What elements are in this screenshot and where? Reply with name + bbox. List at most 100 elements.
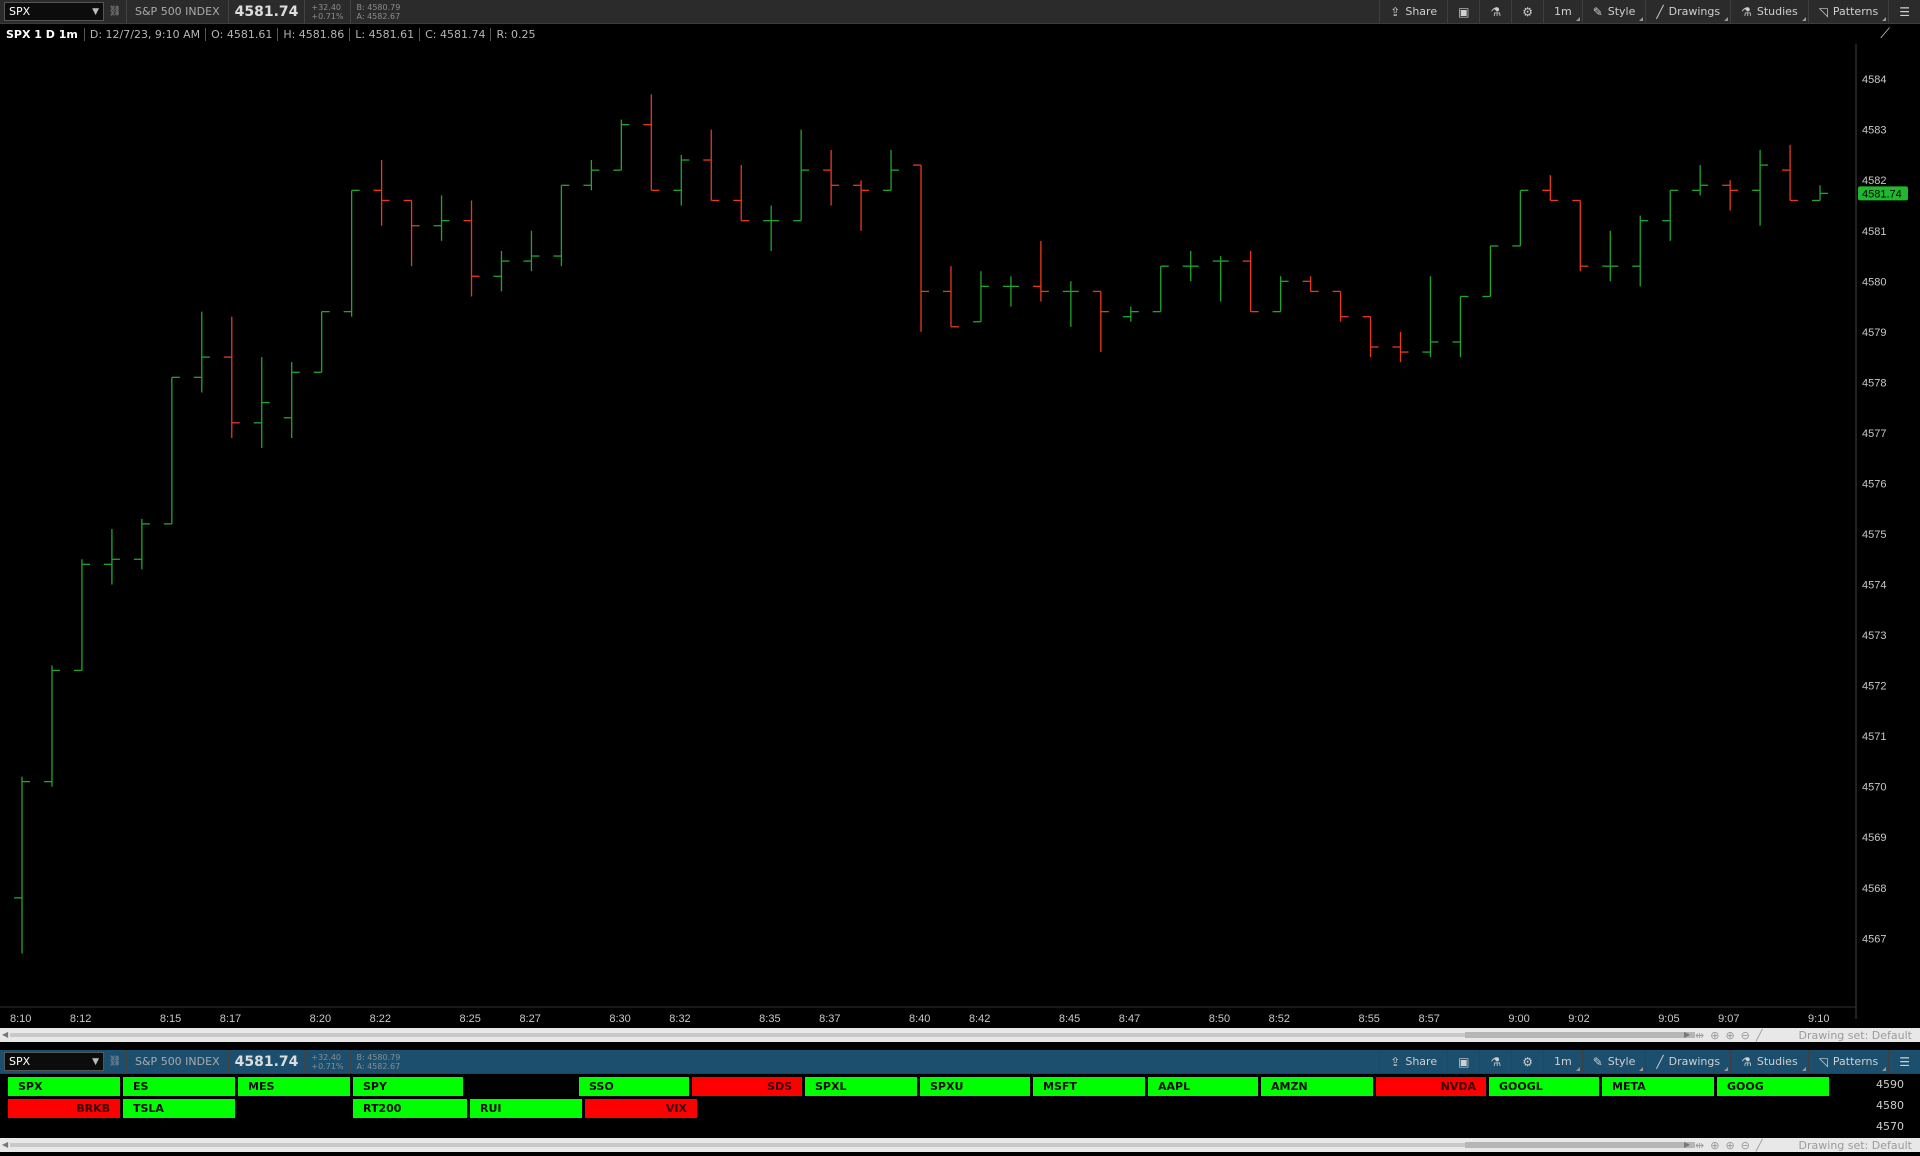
settings-button[interactable]: ⚙ bbox=[1511, 0, 1543, 23]
symbol-selector-bottom[interactable]: SPX ▼ bbox=[4, 1052, 104, 1071]
style-button[interactable]: ✎ Style bbox=[1581, 1050, 1646, 1073]
style-button[interactable]: ✎ Style bbox=[1581, 0, 1646, 23]
draw-line-icon[interactable]: ╱ bbox=[1756, 1139, 1763, 1152]
link-lock-icon[interactable]: ⛓ bbox=[108, 6, 122, 17]
menu-button[interactable]: ☰ bbox=[1888, 0, 1920, 23]
tile-symbol: SSO bbox=[589, 1080, 614, 1093]
drawing-set-label[interactable]: Drawing set: Default bbox=[1799, 1029, 1912, 1042]
snapshot-icon: ▣ bbox=[1458, 4, 1470, 19]
watchlist-tile[interactable]: NVDA bbox=[1376, 1077, 1486, 1096]
tile-symbol: TSLA bbox=[133, 1102, 164, 1115]
drawing-set-label[interactable]: Drawing set: Default bbox=[1799, 1139, 1912, 1152]
tile-symbol: SPX bbox=[18, 1080, 43, 1093]
watchlist-tile[interactable]: TSLA bbox=[123, 1099, 235, 1118]
patterns-button[interactable]: ◹ Patterns bbox=[1807, 1050, 1889, 1073]
zoom-in-icon[interactable]: ⊕ bbox=[1725, 1029, 1734, 1042]
watchlist-tile[interactable] bbox=[466, 1077, 576, 1096]
watchlist-tile[interactable]: MSFT bbox=[1033, 1077, 1145, 1096]
zoom-in-icon[interactable]: ⊕ bbox=[1725, 1139, 1734, 1152]
interval-button[interactable]: 1m bbox=[1542, 0, 1582, 23]
interval-button[interactable]: 1m bbox=[1542, 1050, 1582, 1073]
watchlist-tile[interactable]: SPY bbox=[353, 1077, 463, 1096]
quick-draw-icon[interactable]: ⟋ bbox=[1880, 26, 1890, 42]
crosshair-icon[interactable]: ⊕ bbox=[1710, 1029, 1719, 1042]
snapshot-button[interactable]: ▣ bbox=[1447, 1050, 1479, 1073]
price-tick-label: 4574 bbox=[1862, 580, 1886, 592]
scroll-thumb[interactable] bbox=[1465, 1032, 1695, 1038]
ohlc-bar bbox=[1512, 189, 1529, 247]
drawings-button[interactable]: ╱ Drawings bbox=[1645, 0, 1730, 23]
menu-button[interactable]: ☰ bbox=[1888, 1050, 1920, 1073]
ohlc-bar bbox=[433, 195, 450, 241]
flask-button[interactable]: ⚗ bbox=[1479, 1050, 1511, 1073]
share-button[interactable]: ⇪ Share bbox=[1379, 1050, 1447, 1073]
watchlist-tile[interactable] bbox=[238, 1099, 350, 1118]
ohlc-bar bbox=[1602, 230, 1619, 282]
watchlist-tile[interactable]: SPX bbox=[8, 1077, 120, 1096]
watchlist-tile[interactable]: GOOG bbox=[1717, 1077, 1829, 1096]
scroll-left-icon[interactable]: ◀ bbox=[2, 1030, 8, 1039]
symbol-value: SPX bbox=[9, 1055, 31, 1068]
last-price-tag-text: 4581.74 bbox=[1862, 188, 1902, 200]
watchlist-tile[interactable]: RUI bbox=[470, 1099, 582, 1118]
tile-symbol: SPY bbox=[363, 1080, 387, 1093]
watchlist-tile[interactable]: VIX bbox=[585, 1099, 697, 1118]
time-tick-label: 8:30 bbox=[609, 1013, 630, 1025]
watchlist-tile[interactable]: SDS bbox=[692, 1077, 802, 1096]
watchlist-tile[interactable]: AMZN bbox=[1261, 1077, 1373, 1096]
scroll-thumb[interactable] bbox=[1465, 1142, 1695, 1148]
scroll-right-icon[interactable]: ▶ bbox=[1684, 1140, 1690, 1149]
percent-change: +0.71% bbox=[311, 1061, 344, 1071]
watchlist-tile[interactable]: AAPL bbox=[1148, 1077, 1258, 1096]
price-tick-label: 4570 bbox=[1862, 782, 1886, 794]
tile-symbol: ES bbox=[133, 1080, 149, 1093]
studies-button[interactable]: ⚗ Studies bbox=[1730, 0, 1808, 23]
drawings-button[interactable]: ╱ Drawings bbox=[1645, 1050, 1730, 1073]
chart-scrollbar[interactable]: ◀ ▶ ⇹ ⊕ ⊕ ⊖ ╱ Drawing set: Default bbox=[0, 1028, 1920, 1042]
watchlist-tile[interactable]: SPXL bbox=[805, 1077, 917, 1096]
time-tick-label: 8:27 bbox=[519, 1013, 540, 1025]
pan-icon[interactable]: ⇹ bbox=[1695, 1029, 1704, 1042]
watchlist-tile[interactable]: MES bbox=[238, 1077, 350, 1096]
watchlist-tile[interactable]: RT200 bbox=[353, 1099, 467, 1118]
watchlist-tile[interactable]: SSO bbox=[579, 1077, 689, 1096]
zoom-tools: ⇹ ⊕ ⊕ ⊖ ╱ bbox=[1695, 1138, 1763, 1152]
scroll-right-icon[interactable]: ▶ bbox=[1684, 1030, 1690, 1039]
time-tick-label: 8:37 bbox=[819, 1013, 840, 1025]
ohlc-bar bbox=[1272, 276, 1289, 313]
lower-scrollbar[interactable]: ◀ ▶ ⇹ ⊕ ⊕ ⊖ ╱ Drawing set: Default bbox=[0, 1138, 1920, 1152]
patterns-button[interactable]: ◹ Patterns bbox=[1807, 0, 1889, 23]
time-tick-label: 8:52 bbox=[1269, 1013, 1290, 1025]
studies-button[interactable]: ⚗ Studies bbox=[1730, 1050, 1808, 1073]
corner-menu-icon bbox=[1575, 17, 1580, 21]
watchlist-tile[interactable]: ES bbox=[123, 1077, 235, 1096]
watchlist-tile[interactable]: SPXU bbox=[920, 1077, 1030, 1096]
scroll-left-icon[interactable]: ◀ bbox=[2, 1140, 8, 1149]
share-button[interactable]: ⇪ Share bbox=[1379, 0, 1447, 23]
price-tick-label: 4581 bbox=[1862, 226, 1886, 238]
scroll-track[interactable] bbox=[10, 1143, 1690, 1147]
scroll-track[interactable] bbox=[10, 1033, 1690, 1037]
link-lock-icon[interactable]: ⛓ bbox=[108, 1056, 122, 1067]
draw-line-icon[interactable]: ╱ bbox=[1756, 1029, 1763, 1042]
zoom-out-icon[interactable]: ⊖ bbox=[1741, 1029, 1750, 1042]
settings-button[interactable]: ⚙ bbox=[1511, 1050, 1543, 1073]
watchlist-tile[interactable]: BRKB bbox=[8, 1099, 120, 1118]
time-axis: 8:10 8:12 8:15 8:17 8:20 8:22 8:25 8:27 8:30 8:32… bbox=[0, 1006, 1856, 1025]
price-chart[interactable]: 4567 4568 4569 4570 4571 4572 4573 4574 4575 4576… bbox=[0, 44, 1920, 1029]
zoom-out-icon[interactable]: ⊖ bbox=[1741, 1139, 1750, 1152]
watchlist-tile[interactable]: META bbox=[1602, 1077, 1714, 1096]
crosshair-icon[interactable]: ⊕ bbox=[1710, 1139, 1719, 1152]
pan-icon[interactable]: ⇹ bbox=[1695, 1139, 1704, 1152]
snapshot-button[interactable]: ▣ bbox=[1447, 0, 1479, 23]
flask-button[interactable]: ⚗ bbox=[1479, 0, 1511, 23]
symbol-selector[interactable]: SPX ▼ bbox=[4, 2, 104, 21]
studies-flask-icon: ⚗ bbox=[1741, 4, 1752, 19]
ohlc-bar bbox=[1392, 331, 1409, 363]
watchlist-tile[interactable]: GOOGL bbox=[1489, 1077, 1599, 1096]
ohlc-bar bbox=[193, 311, 210, 393]
corner-menu-icon bbox=[1882, 1067, 1887, 1071]
ohlc-bar bbox=[133, 518, 150, 570]
change-block: +32.40 +0.71% bbox=[304, 1050, 349, 1073]
interval-label: 1m bbox=[1553, 1055, 1572, 1068]
